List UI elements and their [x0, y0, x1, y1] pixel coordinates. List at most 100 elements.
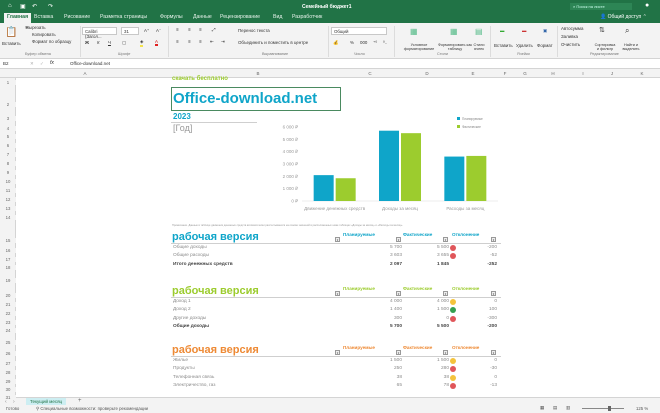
home-icon[interactable]: ⌂	[8, 3, 12, 9]
row-header-6[interactable]: 6	[0, 143, 16, 148]
redo-icon[interactable]: ↷	[48, 3, 53, 10]
font-name-select[interactable]: Calibri (Загол...	[82, 27, 117, 39]
currency-icon[interactable]: 💰	[333, 40, 338, 46]
save-icon[interactable]: ▣	[20, 3, 26, 10]
copy-button[interactable]: Копировать	[32, 32, 56, 37]
zoom-level[interactable]: 125 %	[636, 406, 648, 411]
filter-dropdown-button[interactable]: ▾	[443, 350, 448, 355]
align-center-icon[interactable]: ≡	[188, 39, 191, 44]
italic-button[interactable]: К	[97, 40, 100, 45]
tab-3[interactable]: Разметка страницы	[100, 14, 147, 20]
format-cells-icon[interactable]: ▣	[543, 28, 547, 34]
row-header-21[interactable]: 21	[0, 302, 16, 307]
align-right-icon[interactable]: ≡	[199, 39, 202, 44]
row-header-25[interactable]: 25	[0, 340, 16, 345]
row-header-9[interactable]: 9	[0, 170, 16, 175]
row-header-19[interactable]: 19	[0, 278, 16, 283]
share-button[interactable]: 👤 Общий доступ ⌃	[600, 14, 647, 20]
filter-dropdown-button[interactable]: ▾	[396, 237, 401, 242]
delete-cells-icon[interactable]: ▬	[522, 28, 526, 33]
conditional-format-icon[interactable]: ▦	[410, 27, 418, 36]
filter-dropdown-button[interactable]: ▾	[491, 291, 496, 296]
row-header-31[interactable]: 31	[0, 395, 16, 400]
sort-filter-button[interactable]: Сортировка и фильтр	[594, 43, 616, 51]
align-top-icon[interactable]: ≡	[176, 27, 179, 32]
align-bottom-icon[interactable]: ≡	[199, 27, 202, 32]
tab-7[interactable]: Вид	[273, 14, 282, 20]
row-header-13[interactable]: 13	[0, 206, 16, 211]
row-header-4[interactable]: 4	[0, 126, 16, 131]
column-header-D[interactable]: D	[422, 71, 432, 76]
column-header-G[interactable]: G	[520, 71, 530, 76]
filter-dropdown-button[interactable]: ▾	[335, 237, 340, 242]
tab-1[interactable]: Вставка	[34, 14, 53, 20]
filter-dropdown-button[interactable]: ▾	[443, 237, 448, 242]
filter-dropdown-button[interactable]: ▾	[443, 291, 448, 296]
column-header-J[interactable]: J	[607, 71, 617, 76]
filter-dropdown-button[interactable]: ▾	[335, 350, 340, 355]
row-header-12[interactable]: 12	[0, 197, 16, 202]
filter-dropdown-button[interactable]: ▾	[396, 291, 401, 296]
align-left-icon[interactable]: ≡	[176, 39, 179, 44]
cell-styles-icon[interactable]: ▤	[475, 27, 483, 36]
find-icon[interactable]: ⌕	[625, 26, 629, 36]
page-break-icon[interactable]: ▥	[566, 405, 570, 411]
tab-6[interactable]: Рецензирование	[220, 14, 260, 20]
name-box[interactable]: B2	[3, 61, 9, 66]
row-header-14[interactable]: 14	[0, 215, 16, 220]
row-header-15[interactable]: 15	[0, 238, 16, 243]
fill-color-icon[interactable]: ◈	[140, 39, 144, 47]
selected-cell-b2[interactable]: Office-download.net	[171, 87, 341, 111]
indent-decrease-icon[interactable]: ⇤	[210, 39, 214, 45]
normal-view-icon[interactable]: ▦	[540, 405, 544, 411]
column-header-A[interactable]: A	[80, 71, 90, 76]
wrap-text-button[interactable]: Перенос текста	[238, 28, 270, 33]
zoom-slider[interactable]	[582, 406, 624, 411]
underline-button[interactable]: Ч	[108, 40, 111, 45]
row-header-20[interactable]: 20	[0, 293, 16, 298]
enter-icon[interactable]: ✓	[40, 61, 44, 67]
insert-cells-button[interactable]: Вставить	[494, 43, 513, 48]
filter-dropdown-button[interactable]: ▾	[396, 350, 401, 355]
merge-center-button[interactable]: Объединить и поместить в центре	[238, 40, 308, 45]
delete-cells-button[interactable]: Удалить	[516, 43, 533, 48]
row-header-23[interactable]: 23	[0, 320, 16, 325]
column-header-B[interactable]: B	[253, 71, 263, 76]
column-header-F[interactable]: F	[500, 71, 510, 76]
row-header-5[interactable]: 5	[0, 134, 16, 139]
zoom-slider-thumb[interactable]	[608, 406, 611, 411]
column-header-H[interactable]: H	[548, 71, 558, 76]
sort-filter-icon[interactable]: ⇅	[599, 26, 605, 34]
align-middle-icon[interactable]: ≡	[188, 27, 191, 32]
filter-dropdown-button[interactable]: ▾	[335, 291, 340, 296]
autosum-button[interactable]: Автосумма	[561, 26, 583, 31]
thousands-button[interactable]: 000	[360, 40, 367, 45]
row-header-24[interactable]: 24	[0, 328, 16, 333]
row-header-1[interactable]: 1	[0, 80, 16, 85]
column-header-K[interactable]: K	[637, 71, 647, 76]
row-header-3[interactable]: 3	[0, 116, 16, 121]
formula-input[interactable]: Office-download.net	[70, 61, 110, 66]
row-header-30[interactable]: 30	[0, 387, 16, 392]
number-format-select[interactable]: Общий	[331, 27, 387, 35]
decrease-font-icon[interactable]: A⁻	[156, 28, 161, 34]
row-header-26[interactable]: 26	[0, 351, 16, 356]
percent-button[interactable]: %	[350, 40, 354, 45]
filter-dropdown-button[interactable]: ▾	[491, 350, 496, 355]
row-header-17[interactable]: 17	[0, 257, 16, 262]
increase-font-icon[interactable]: A⁺	[144, 28, 149, 34]
cell-styles-button[interactable]: Стили ячеек	[470, 43, 488, 51]
cancel-icon[interactable]: ✕	[30, 61, 34, 67]
row-header-18[interactable]: 18	[0, 265, 16, 270]
column-header-E[interactable]: E	[468, 71, 478, 76]
tab-8[interactable]: Разработчик	[292, 14, 322, 20]
row-header-29[interactable]: 29	[0, 379, 16, 384]
tab-2[interactable]: Рисование	[64, 14, 90, 20]
user-icon[interactable]: ●	[645, 2, 649, 9]
function-icon[interactable]: fx	[50, 60, 54, 66]
tab-5[interactable]: Данные	[193, 14, 212, 20]
orientation-icon[interactable]: ⤢	[212, 27, 216, 32]
row-header-2[interactable]: 2	[0, 102, 16, 107]
decimal-decrease-icon[interactable]: ⁰₋	[383, 40, 387, 46]
font-size-select[interactable]: 31	[121, 27, 139, 35]
